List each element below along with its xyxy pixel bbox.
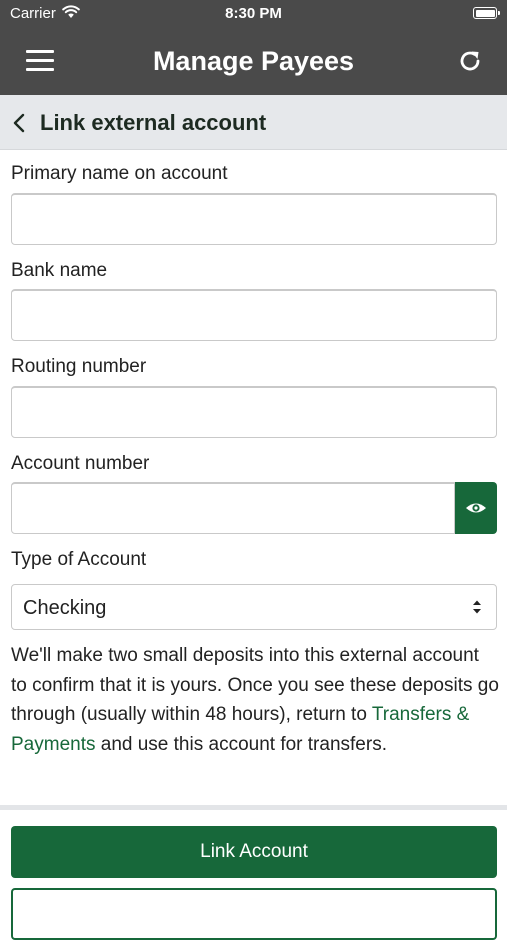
app-header: Manage Payees [0,28,507,95]
section-title: Link external account [40,110,267,135]
clock-time: 8:30 PM [225,5,282,22]
refresh-icon[interactable] [457,48,483,74]
account-type-select[interactable]: Checking [11,584,497,630]
account-number-input[interactable] [11,482,455,534]
deposit-info-text: We'll make two small deposits into this … [11,641,499,759]
routing-number-label: Routing number [11,356,147,377]
account-number-group [11,482,497,534]
chevron-left-icon[interactable] [12,113,26,133]
primary-name-label: Primary name on account [11,163,228,184]
account-number-label: Account number [11,453,150,474]
secondary-action-button[interactable] [11,888,497,940]
bank-name-input[interactable] [11,289,497,341]
account-type-value: Checking [23,597,107,619]
info-text-part2: and use this account for transfers. [95,733,387,755]
primary-name-input[interactable] [11,193,497,245]
show-account-number-button[interactable] [455,482,497,534]
section-header: Link external account [0,95,507,150]
eye-icon [466,503,486,513]
divider [0,805,507,810]
select-arrows-icon [472,599,482,620]
link-account-button[interactable]: Link Account [11,826,497,878]
bank-name-label: Bank name [11,260,108,281]
account-type-label: Type of Account [11,549,147,570]
battery-icon [473,7,500,19]
status-bar: Carrier 8:30 PM [0,0,507,28]
page-title: Manage Payees [152,46,355,76]
routing-number-input[interactable] [11,386,497,438]
